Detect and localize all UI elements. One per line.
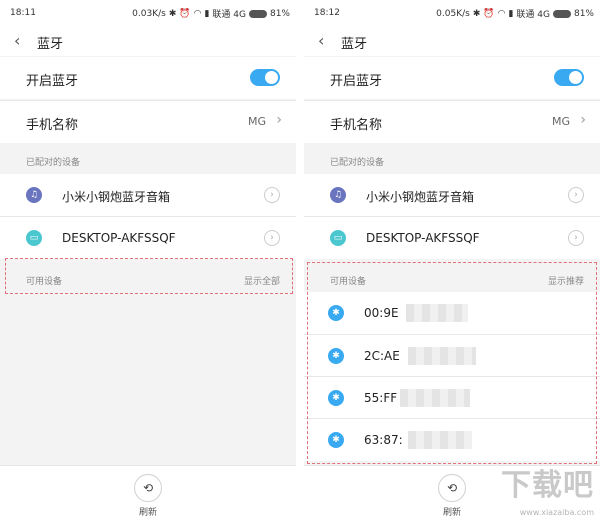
back-arrow-icon[interactable]: ‹ bbox=[318, 31, 324, 50]
headphone-icon: ♫ bbox=[330, 187, 346, 203]
bluetooth-toggle-row[interactable]: 开启蓝牙 bbox=[304, 57, 600, 99]
paired-device-name: DESKTOP-AKFSSQF bbox=[62, 231, 176, 245]
page-title: 蓝牙 bbox=[37, 37, 64, 52]
blurred-address bbox=[400, 389, 470, 407]
paired-devices-title: 已配对的设备 bbox=[330, 158, 385, 168]
paired-device-desktop[interactable]: ▭ DESKTOP-AKFSSQF › bbox=[304, 216, 600, 259]
refresh-icon[interactable]: ⟲ bbox=[438, 474, 466, 502]
device-detail-icon[interactable]: › bbox=[264, 187, 280, 203]
show-recommended-link[interactable]: 显示推荐 bbox=[548, 274, 584, 287]
blurred-address bbox=[406, 304, 468, 322]
wifi-icon: ◠ bbox=[497, 8, 506, 19]
available-device-name: 55:FF bbox=[364, 391, 398, 405]
blurred-address bbox=[408, 431, 472, 449]
paired-device-desktop[interactable]: ▭ DESKTOP-AKFSSQF › bbox=[0, 216, 296, 259]
paired-device-speaker[interactable]: ♫ 小米小钢炮蓝牙音箱 › bbox=[304, 174, 600, 216]
device-name-value: MG bbox=[551, 115, 570, 128]
bluetooth-status-icon: ✱ bbox=[472, 8, 481, 19]
chevron-right-icon: › bbox=[276, 112, 282, 128]
device-name-label: 手机名称 bbox=[330, 118, 383, 133]
bluetooth-toggle-switch[interactable] bbox=[250, 69, 280, 86]
paired-devices-title: 已配对的设备 bbox=[26, 158, 81, 168]
alarm-icon: ⏰ bbox=[483, 8, 495, 19]
wifi-icon: ◠ bbox=[193, 8, 202, 19]
status-time: 18:12 bbox=[314, 8, 340, 18]
bluetooth-icon: ✱ bbox=[328, 432, 344, 448]
available-devices-title: 可用设备 bbox=[26, 277, 63, 287]
bluetooth-toggle-row[interactable]: 开启蓝牙 bbox=[0, 57, 296, 99]
available-device-item[interactable]: ✱ 00:9E bbox=[304, 292, 600, 334]
scan-bar: ⟲ 刷新 bbox=[0, 465, 296, 526]
paired-device-name: 小米小钢炮蓝牙音箱 bbox=[366, 190, 475, 204]
monitor-icon: ▭ bbox=[26, 230, 42, 246]
available-device-name: 00:9E bbox=[364, 306, 399, 320]
device-detail-icon[interactable]: › bbox=[568, 187, 584, 203]
battery-percent: 81% bbox=[269, 8, 290, 19]
navigation-bar: ‹ 蓝牙 bbox=[0, 26, 296, 56]
bluetooth-toggle-switch[interactable] bbox=[554, 69, 584, 86]
paired-device-name: DESKTOP-AKFSSQF bbox=[366, 231, 480, 245]
bluetooth-icon: ✱ bbox=[328, 305, 344, 321]
phone-screen-right: 18:12 0.05K/s ✱ ⏰ ◠ ▮ 联通 4G 81% ‹ 蓝牙 开启蓝… bbox=[304, 0, 600, 526]
device-name-value: MG bbox=[247, 115, 266, 128]
signal-icon: ▮ bbox=[508, 8, 514, 19]
device-detail-icon[interactable]: › bbox=[264, 230, 280, 246]
battery-percent: 81% bbox=[573, 8, 594, 19]
signal-icon: ▮ bbox=[204, 8, 210, 19]
network-speed: 0.05K/s bbox=[436, 8, 470, 19]
available-device-name: 63:87: bbox=[364, 433, 403, 447]
paired-device-speaker[interactable]: ♫ 小米小钢炮蓝牙音箱 › bbox=[0, 174, 296, 216]
available-device-item[interactable]: ✱ 55:FF bbox=[304, 376, 600, 419]
available-devices-header: 可用设备 显示全部 bbox=[0, 262, 296, 292]
network-speed: 0.03K/s bbox=[132, 8, 166, 19]
bluetooth-status-icon: ✱ bbox=[168, 8, 177, 19]
bluetooth-toggle-label: 开启蓝牙 bbox=[330, 74, 383, 89]
paired-devices-header: 已配对的设备 bbox=[304, 146, 600, 172]
headphone-icon: ♫ bbox=[26, 187, 42, 203]
alarm-icon: ⏰ bbox=[179, 8, 191, 19]
chevron-right-icon: › bbox=[580, 112, 586, 128]
status-time: 18:11 bbox=[10, 8, 36, 18]
device-name-row[interactable]: 手机名称 MG › bbox=[0, 100, 296, 143]
back-arrow-icon[interactable]: ‹ bbox=[14, 31, 20, 50]
page-title: 蓝牙 bbox=[341, 37, 368, 52]
device-name-row[interactable]: 手机名称 MG › bbox=[304, 100, 600, 143]
status-bar: 18:12 0.05K/s ✱ ⏰ ◠ ▮ 联通 4G 81% bbox=[304, 0, 600, 26]
monitor-icon: ▭ bbox=[330, 230, 346, 246]
available-devices-header: 可用设备 显示推荐 bbox=[304, 262, 600, 292]
paired-device-name: 小米小钢炮蓝牙音箱 bbox=[62, 190, 171, 204]
refresh-label: 刷新 bbox=[138, 508, 157, 518]
status-bar: 18:11 0.03K/s ✱ ⏰ ◠ ▮ 联通 4G 81% bbox=[0, 0, 296, 26]
phone-screen-left: 18:11 0.03K/s ✱ ⏰ ◠ ▮ 联通 4G 81% ‹ 蓝牙 开启蓝… bbox=[0, 0, 296, 526]
navigation-bar: ‹ 蓝牙 bbox=[304, 26, 600, 56]
carrier-label: 联通 4G bbox=[516, 10, 550, 20]
blurred-address bbox=[408, 347, 476, 365]
bluetooth-toggle-label: 开启蓝牙 bbox=[26, 74, 79, 89]
paired-devices-header: 已配对的设备 bbox=[0, 146, 296, 172]
available-device-name: 2C:AE bbox=[364, 349, 400, 363]
carrier-label: 联通 4G bbox=[212, 10, 246, 20]
show-all-link[interactable]: 显示全部 bbox=[244, 274, 280, 287]
bluetooth-icon: ✱ bbox=[328, 348, 344, 364]
available-device-item[interactable]: ✱ 2C:AE bbox=[304, 334, 600, 377]
device-detail-icon[interactable]: › bbox=[568, 230, 584, 246]
device-name-label: 手机名称 bbox=[26, 118, 79, 133]
battery-icon bbox=[248, 9, 267, 18]
available-devices-title: 可用设备 bbox=[330, 277, 367, 287]
refresh-icon[interactable]: ⟲ bbox=[134, 474, 162, 502]
bluetooth-icon: ✱ bbox=[328, 390, 344, 406]
available-device-item[interactable]: ✱ 63:87: bbox=[304, 418, 600, 461]
battery-icon bbox=[552, 9, 571, 18]
watermark-url: www.xiazaiba.com bbox=[519, 508, 594, 517]
